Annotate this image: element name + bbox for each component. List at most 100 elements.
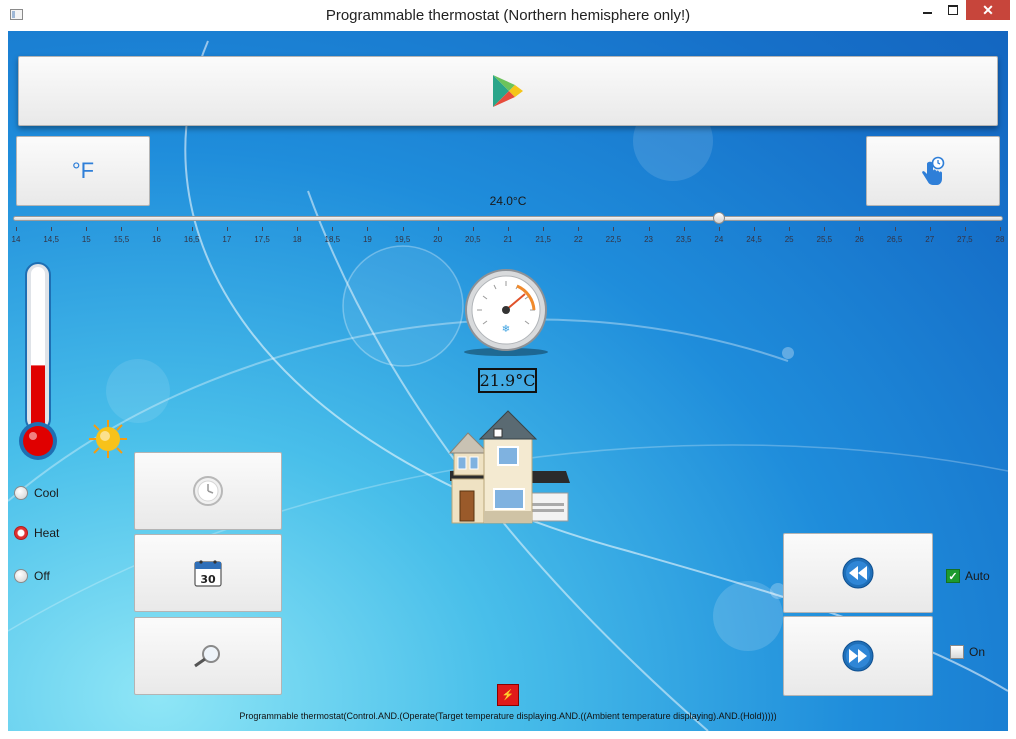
clock-button[interactable] [134, 452, 282, 530]
slider-tick-label: 17 [222, 235, 232, 244]
mode-off-radio[interactable]: Off [14, 569, 50, 583]
rewind-icon [842, 557, 874, 589]
play-store-icon [493, 75, 523, 107]
status-text: Programmable thermostat(Control.AND.(Ope… [239, 711, 777, 721]
gauge-icon: ❄ [464, 269, 548, 356]
slider-tick-label: 23 [644, 235, 654, 244]
slider-tick [964, 227, 966, 231]
slider-tick-label: 27 [925, 235, 935, 244]
cool-label: Cool [34, 486, 59, 500]
slider-tick-label: 20 [433, 235, 443, 244]
title-bar[interactable]: Programmable thermostat (Northern hemisp… [0, 0, 1016, 31]
auto-label: Auto [965, 569, 990, 583]
slider-tick [824, 227, 826, 231]
slider-tick-label: 15,5 [113, 235, 130, 244]
maximize-button[interactable] [940, 0, 966, 20]
slider-tick-label: 24 [714, 235, 724, 244]
off-label: Off [34, 569, 50, 583]
slider-tick [683, 227, 685, 231]
calendar-button[interactable]: 30 [134, 534, 282, 612]
mode-cool-radio[interactable]: Cool [14, 486, 59, 500]
slider-tick-label: 23,5 [675, 235, 692, 244]
on-checkbox-box[interactable] [950, 645, 964, 659]
slider-tick-labels: 14 14,5 15 15,5 16 16,5 17 17,5 18 18,5 19 19,5 20 20… [8, 227, 1008, 247]
thermostat-panel: °F 24.0°C 14 14,5 15 15,5 16 16,5 17 17,5 18 18,5… [8, 31, 1008, 731]
svg-text:❄: ❄ [502, 324, 510, 335]
slider-tick [613, 227, 615, 231]
slider-tick [86, 227, 88, 231]
rewind-button[interactable] [783, 533, 933, 613]
on-checkbox[interactable]: On [950, 645, 985, 659]
slider-tick-label: 22,5 [605, 235, 622, 244]
slider-tick [402, 227, 404, 231]
slider-tick-label: 19 [362, 235, 372, 244]
touch-timer-button[interactable] [866, 136, 1000, 206]
slider-tick-label: 14,5 [43, 235, 59, 244]
slider-tick-label: 17,5 [254, 235, 270, 244]
sun-icon [89, 420, 127, 458]
target-temperature-slider[interactable] [13, 216, 1003, 221]
slider-tick [543, 227, 545, 231]
off-radio-dot[interactable] [14, 569, 28, 583]
window-title: Programmable thermostat (Northern hemisp… [325, 7, 691, 24]
slider-tick-label: 16,5 [183, 235, 200, 244]
slider-tick-label: 20,5 [465, 235, 481, 244]
auto-checkbox-box[interactable]: ✓ [946, 569, 960, 583]
power-glyph: ⚡ [501, 689, 515, 701]
slider-tick-label: 21,5 [535, 235, 551, 244]
start-button[interactable] [18, 56, 998, 126]
slider-tick [226, 227, 228, 231]
slider-tick [51, 227, 53, 231]
slider-tick [121, 227, 123, 231]
calendar-icon: 30 [194, 560, 222, 587]
target-temperature-label: 24.0°C [489, 194, 527, 208]
on-label: On [969, 645, 986, 659]
slider-tick [297, 227, 299, 231]
slider-tick [156, 227, 158, 231]
minimize-button[interactable] [914, 0, 940, 20]
slider-tick [472, 227, 474, 231]
auto-checkbox[interactable]: ✓ Auto [946, 569, 990, 583]
slider-tick [16, 227, 17, 231]
slider-tick [894, 227, 896, 231]
mode-heat-radio[interactable]: Heat [14, 526, 59, 540]
heat-radio-dot[interactable] [14, 526, 28, 540]
slider-tick [332, 227, 334, 231]
slider-tick [578, 227, 580, 231]
slider-tick-label: 21 [503, 235, 513, 244]
slider-tick [437, 227, 439, 231]
slider-tick-label: 26,5 [886, 235, 903, 244]
fahrenheit-button[interactable]: °F [16, 136, 150, 206]
slider-tick-label: 15 [81, 235, 91, 244]
thermometer-icon [19, 262, 57, 460]
slider-tick-label: 18,5 [324, 235, 341, 244]
slider-tick-label: 16 [152, 235, 162, 244]
fast-forward-button[interactable] [783, 616, 933, 696]
slider-tick-label: 19,5 [394, 235, 411, 244]
slider-tick [754, 227, 755, 231]
slider-tick-label: 25 [784, 235, 794, 244]
cool-radio-dot[interactable] [14, 486, 28, 500]
fast-forward-icon [842, 640, 874, 672]
slider-tick-label: 25,5 [816, 235, 833, 244]
fahrenheit-label: °F [71, 158, 95, 183]
slider-tick [648, 227, 650, 231]
clock-icon [193, 476, 223, 506]
house-icon [448, 410, 570, 524]
slider-tick-label: 14 [11, 235, 21, 244]
slider-tick [718, 227, 720, 231]
slider-tick [191, 227, 193, 231]
slider-tick [508, 227, 509, 231]
slider-thumb[interactable] [712, 212, 725, 224]
close-icon: ✕ [982, 1, 994, 18]
ambient-temperature-readout: 21.9°C [478, 368, 537, 393]
slider-tick-label: 18 [292, 235, 302, 244]
search-button[interactable] [134, 617, 282, 695]
maximize-icon [948, 5, 958, 15]
slider-tick [1000, 227, 1001, 231]
power-icon[interactable]: ⚡ [497, 684, 519, 706]
slider-tick [262, 227, 263, 231]
slider-tick [859, 227, 861, 231]
close-button[interactable]: ✕ [966, 0, 1010, 20]
touch-timer-icon [922, 156, 945, 185]
